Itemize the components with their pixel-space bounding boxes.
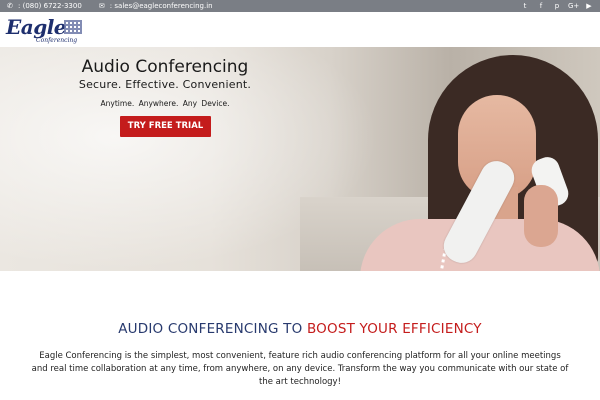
- section-body-text: Eagle Conferencing is the simplest, most…: [31, 351, 569, 387]
- hero-title: Audio Conferencing: [81, 57, 249, 77]
- logo-mark-icon: [64, 20, 82, 34]
- section-headline: AUDIO CONFERENCING TO BOOST YOUR EFFICIE…: [0, 321, 600, 337]
- hero-banner: Audio Conferencing Secure. Effective. Co…: [0, 47, 600, 271]
- email-link[interactable]: : sales@eagleconferencing.in: [110, 1, 213, 11]
- hero-subtitle: Secure. Effective. Convenient.: [78, 78, 252, 91]
- headline-part-2: BOOST YOUR EFFICIENCY: [306, 321, 482, 337]
- logo-name: Eagle: [6, 15, 67, 39]
- site-header: Eagle Conferencing: [0, 12, 600, 47]
- hero-tagline: Anytime. Anywhere. Any Device.: [100, 99, 230, 108]
- phone-number[interactable]: : (080) 6722-3300: [18, 1, 82, 11]
- top-bar: ✆ : (080) 6722-3300 ✉ : sales@eagleconfe…: [0, 0, 600, 12]
- logo-subtitle: Conferencing: [36, 37, 78, 44]
- phone-icon: ✆: [7, 2, 13, 10]
- social-links: t f p G+ ▶: [520, 0, 594, 12]
- headline-part-1: AUDIO CONFERENCING TO: [118, 321, 307, 337]
- pinterest-icon[interactable]: p: [552, 0, 562, 12]
- envelope-icon: ✉: [98, 2, 105, 10]
- facebook-icon[interactable]: f: [536, 0, 546, 12]
- logo[interactable]: Eagle Conferencing: [6, 15, 84, 45]
- twitter-icon[interactable]: t: [520, 0, 530, 12]
- youtube-icon[interactable]: ▶: [584, 0, 594, 12]
- try-free-trial-button[interactable]: TRY FREE TRIAL: [120, 116, 211, 137]
- contact-info: ✆ : (080) 6722-3300 ✉ : sales@eagleconfe…: [6, 1, 213, 11]
- google-plus-icon[interactable]: G+: [568, 0, 579, 12]
